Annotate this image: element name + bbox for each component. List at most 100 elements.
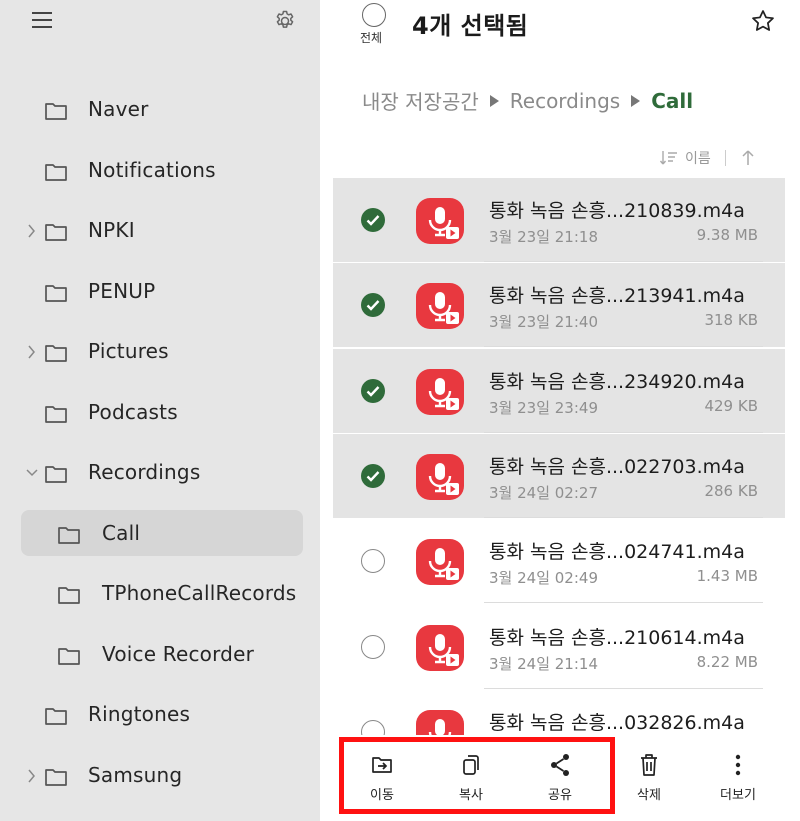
sidebar-folder-label: NPKI <box>88 218 135 242</box>
folder-icon <box>45 466 67 483</box>
breadcrumb-item-recordings[interactable]: Recordings <box>510 89 620 113</box>
gear-icon[interactable] <box>273 9 297 33</box>
checked-icon[interactable] <box>361 463 385 488</box>
chevron-right-icon[interactable] <box>25 767 39 785</box>
checked-icon[interactable] <box>361 378 385 403</box>
sidebar-folder-label: Podcasts <box>88 399 178 424</box>
folder-icon <box>58 587 80 604</box>
breadcrumb-item-call: Call <box>651 88 694 113</box>
star-icon[interactable] <box>750 8 776 34</box>
sort-icon[interactable] <box>659 149 679 167</box>
folder-sidebar: Naver Notifications NPKI PENUP Pictures Podca… <box>0 0 320 821</box>
sidebar-folder-item[interactable]: Podcasts <box>0 390 320 436</box>
unchecked-icon[interactable] <box>361 634 385 659</box>
file-row[interactable]: 통화 녹음 손흥...210614.m4a 3월 24일 21:14 8.22 MB <box>333 605 785 689</box>
sidebar-folder-label: Pictures <box>88 339 169 363</box>
row-divider <box>484 602 763 604</box>
folder-icon <box>45 163 67 181</box>
voice-recorder-app-icon <box>416 453 464 500</box>
folder-icon <box>45 345 67 362</box>
checked-icon[interactable] <box>361 293 385 318</box>
voice-recorder-app-icon <box>416 624 464 671</box>
file-name: 통화 녹음 손흥...213941.m4a <box>489 285 745 308</box>
file-date: 3월 23일 21:18 <box>489 228 598 246</box>
row-divider <box>484 346 763 348</box>
file-name: 통화 녹음 손흥...234920.m4a <box>489 370 745 393</box>
voice-recorder-app-icon <box>416 368 464 415</box>
sidebar-folder-item[interactable]: TPhoneCallRecords <box>0 571 320 617</box>
sidebar-folder-label: Ringtones <box>88 702 191 726</box>
voice-recorder-app-icon <box>416 198 464 244</box>
sidebar-folder-item[interactable]: Recordings <box>0 450 320 496</box>
select-all-checkbox[interactable] <box>362 3 386 27</box>
file-size: 286 KB <box>704 481 758 500</box>
row-divider <box>484 261 763 262</box>
sidebar-folder-item[interactable]: PENUP <box>0 269 320 315</box>
voice-recorder-app-icon <box>416 539 464 586</box>
breadcrumb: 내장 저장공간 Recordings Call <box>362 86 693 115</box>
share-label: 공유 <box>548 788 572 803</box>
folder-icon <box>45 284 67 302</box>
sidebar-folder-item[interactable]: NPKI <box>0 208 320 254</box>
sidebar-folder-item[interactable]: Notifications <box>0 148 320 194</box>
share-button[interactable]: 공유 <box>525 752 595 804</box>
chevron-right-icon[interactable] <box>25 222 39 240</box>
file-row[interactable]: 통화 녹음 손흥...234920.m4a 3월 23일 23:49 429 KB <box>333 348 785 433</box>
file-size: 429 KB <box>704 396 758 415</box>
file-size: 1.43 MB <box>696 567 758 586</box>
breadcrumb-arrow-icon <box>631 94 641 107</box>
folder-icon <box>58 526 80 544</box>
delete-button[interactable]: 삭제 <box>614 752 684 804</box>
trash-icon <box>641 754 657 776</box>
move-button[interactable]: 이동 <box>347 752 417 804</box>
chevron-down-icon[interactable] <box>25 464 39 482</box>
sort-direction-up-icon[interactable] <box>740 149 756 167</box>
file-row[interactable]: 통화 녹음 손흥...024741.m4a 3월 24일 02:49 1.43 MB <box>333 519 785 604</box>
copy-button[interactable]: 복사 <box>436 752 506 804</box>
file-name: 통화 녹음 손흥...024741.m4a <box>489 541 745 564</box>
sidebar-folder-label: Samsung <box>88 762 183 787</box>
sidebar-folder-item[interactable]: Pictures <box>0 329 320 375</box>
sidebar-folder-label: TPhoneCallRecords <box>102 581 297 605</box>
sidebar-folder-item[interactable]: Voice Recorder <box>0 632 320 678</box>
sidebar-folder-item[interactable]: Ringtones <box>0 692 320 738</box>
sidebar-folder-label: Call <box>102 520 141 545</box>
copy-label: 복사 <box>459 788 483 803</box>
more-label: 더보기 <box>720 788 756 803</box>
file-name: 통화 녹음 손흥...210839.m4a <box>489 200 745 222</box>
chevron-right-icon[interactable] <box>25 343 39 361</box>
menu-icon[interactable] <box>32 12 52 30</box>
file-name: 통화 녹음 손흥...022703.m4a <box>489 455 745 478</box>
breadcrumb-item-storage[interactable]: 내장 저장공간 <box>362 86 479 115</box>
sidebar-folder-label: Naver <box>88 97 149 121</box>
file-date: 3월 24일 02:49 <box>489 569 598 588</box>
folder-icon <box>45 768 67 786</box>
file-row[interactable]: 통화 녹음 손흥...210839.m4a 3월 23일 21:18 9.38 MB <box>333 178 785 262</box>
unchecked-icon[interactable] <box>361 549 385 574</box>
sidebar-folder-label: Notifications <box>88 157 216 182</box>
sidebar-folder-label: PENUP <box>88 278 156 303</box>
copy-icon <box>463 755 479 775</box>
file-size: 8.22 MB <box>696 652 758 671</box>
file-date: 3월 24일 02:27 <box>489 483 598 502</box>
sidebar-folder-label: Recordings <box>88 460 201 484</box>
more-button[interactable]: 더보기 <box>703 752 773 804</box>
file-size: 9.38 MB <box>696 226 758 244</box>
select-all-label: 전체 <box>360 31 383 45</box>
sort-label[interactable]: 이름 <box>685 148 711 168</box>
checked-icon[interactable] <box>361 208 385 232</box>
row-divider <box>484 431 763 433</box>
sidebar-folder-item[interactable]: Samsung <box>0 753 320 799</box>
sidebar-folder-item[interactable]: Call <box>0 511 320 557</box>
folder-icon <box>58 647 80 665</box>
move-label: 이동 <box>370 788 394 803</box>
breadcrumb-arrow-icon <box>489 94 499 107</box>
sidebar-folder-label: Voice Recorder <box>102 641 255 666</box>
sidebar-folder-item[interactable]: Naver <box>0 87 320 133</box>
file-row[interactable]: 통화 녹음 손흥...213941.m4a 3월 23일 21:40 318 KB <box>333 263 785 348</box>
file-row[interactable]: 통화 녹음 손흥...022703.m4a 3월 24일 02:27 286 KB <box>333 433 785 518</box>
row-divider <box>484 516 763 518</box>
file-name: 통화 녹음 손흥...210614.m4a <box>489 626 745 649</box>
file-size: 318 KB <box>704 311 758 330</box>
voice-recorder-app-icon <box>416 283 464 330</box>
